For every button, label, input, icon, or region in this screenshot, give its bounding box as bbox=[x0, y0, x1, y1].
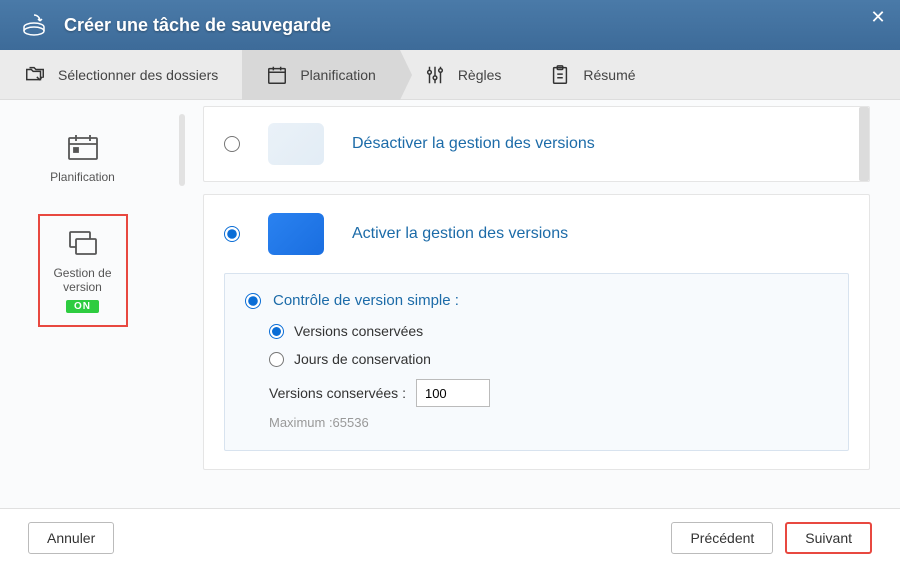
calendar-icon bbox=[266, 64, 288, 86]
tab-label: Résumé bbox=[583, 67, 635, 83]
footer: Annuler Précédent Suivant bbox=[0, 508, 900, 566]
radio-versions-kept[interactable] bbox=[269, 324, 284, 339]
radio-label: Versions conservées bbox=[294, 323, 423, 339]
cancel-button[interactable]: Annuler bbox=[28, 522, 114, 554]
tab-label: Planification bbox=[300, 67, 376, 83]
radio-disable-versioning[interactable] bbox=[224, 136, 240, 152]
option-enable-row[interactable]: Activer la gestion des versions bbox=[224, 213, 849, 255]
sidebar: Planification Gestion de version ON bbox=[0, 100, 165, 508]
folder-enabled-icon bbox=[268, 213, 324, 255]
calendar-icon bbox=[66, 132, 100, 162]
radio-enable-versioning[interactable] bbox=[224, 226, 240, 242]
simple-version-panel: Contrôle de version simple : Versions co… bbox=[224, 273, 849, 451]
sub-panel-title: Contrôle de version simple : bbox=[273, 292, 459, 309]
tab-label: Règles bbox=[458, 67, 502, 83]
clipboard-icon bbox=[549, 64, 571, 86]
sidebar-item-version-management[interactable]: Gestion de version ON bbox=[38, 214, 128, 327]
page-title: Créer une tâche de sauvegarde bbox=[64, 15, 331, 36]
close-button[interactable]: ✕ bbox=[868, 10, 888, 30]
tab-rules[interactable]: Règles bbox=[400, 50, 526, 100]
radio-label: Jours de conservation bbox=[294, 351, 431, 367]
backup-task-icon bbox=[20, 11, 48, 39]
tab-select-folders[interactable]: Sélectionner des dossiers bbox=[0, 50, 242, 100]
scrollbar[interactable] bbox=[179, 114, 185, 186]
sidebar-item-planification[interactable]: Planification bbox=[38, 120, 128, 196]
radio-simple-version-control[interactable] bbox=[245, 293, 261, 309]
wizard-tabs: Sélectionner des dossiers Planification … bbox=[0, 50, 900, 100]
option-disable-versioning[interactable]: Désactiver la gestion des versions bbox=[203, 106, 870, 182]
field-label: Versions conservées : bbox=[269, 385, 406, 401]
folder-disabled-icon bbox=[268, 123, 324, 165]
radio-row-versions-kept[interactable]: Versions conservées bbox=[269, 323, 828, 339]
versions-kept-input[interactable] bbox=[416, 379, 490, 407]
radio-row-days-kept[interactable]: Jours de conservation bbox=[269, 351, 828, 367]
scrollbar[interactable] bbox=[859, 107, 869, 181]
option-enable-versioning: Activer la gestion des versions Contrôle… bbox=[203, 194, 870, 470]
radio-days-kept[interactable] bbox=[269, 352, 284, 367]
next-button[interactable]: Suivant bbox=[785, 522, 872, 554]
folders-icon bbox=[24, 64, 46, 86]
tab-label: Sélectionner des dossiers bbox=[58, 67, 218, 83]
sliders-icon bbox=[424, 64, 446, 86]
max-hint: Maximum :65536 bbox=[269, 415, 828, 430]
tab-summary[interactable]: Résumé bbox=[525, 50, 659, 100]
sidebar-item-label: Planification bbox=[50, 170, 115, 184]
versions-icon bbox=[66, 228, 100, 258]
option-title: Activer la gestion des versions bbox=[352, 225, 568, 243]
previous-button[interactable]: Précédent bbox=[671, 522, 773, 554]
option-title: Désactiver la gestion des versions bbox=[352, 135, 595, 153]
tab-planification[interactable]: Planification bbox=[242, 50, 400, 100]
sidebar-item-label: Gestion de version bbox=[44, 266, 122, 294]
status-badge-on: ON bbox=[66, 300, 99, 313]
